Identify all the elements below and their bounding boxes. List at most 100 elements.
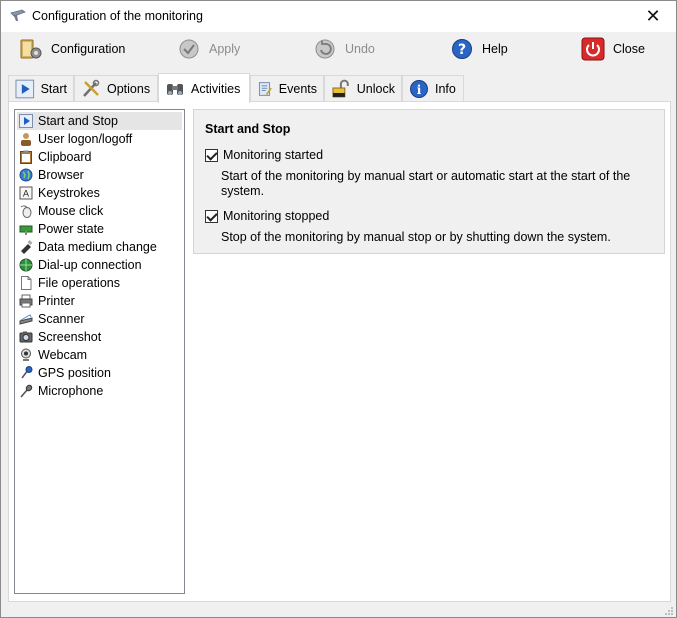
svg-text:?: ?: [458, 42, 466, 58]
play-icon: [19, 114, 33, 128]
list-item[interactable]: Screenshot: [17, 328, 182, 346]
list-item[interactable]: Dial-up connection: [17, 256, 182, 274]
microphone-icon: [20, 384, 33, 398]
tab-info[interactable]: i Info: [402, 75, 464, 102]
help-button[interactable]: ? Help: [450, 36, 508, 62]
group-title: Start and Stop: [205, 122, 291, 136]
screenshot-camera-icon: [19, 331, 33, 343]
list-item[interactable]: Data medium change: [17, 238, 182, 256]
power-icon: [581, 37, 605, 61]
configuration-icon: [20, 39, 42, 59]
tab-start[interactable]: Start: [8, 75, 74, 102]
tab-info-label: Info: [435, 82, 456, 96]
clipboard-icon: [20, 150, 32, 164]
resize-grip-icon[interactable]: [664, 606, 674, 616]
close-button[interactable]: Close: [581, 36, 645, 62]
network-globe-icon: [19, 258, 33, 272]
svg-text:A: A: [23, 190, 30, 200]
activity-list[interactable]: Start and Stop User logon/logoff Clipboa…: [14, 109, 185, 594]
list-item-label: Screenshot: [38, 330, 102, 344]
list-item[interactable]: Printer: [17, 292, 182, 310]
configuration-label: Configuration: [51, 42, 126, 56]
monitoring-stopped-label: Monitoring stopped: [223, 209, 330, 223]
scanner-icon: [19, 314, 33, 325]
binoculars-icon: [167, 83, 183, 95]
list-item[interactable]: Start and Stop: [17, 112, 182, 130]
monitoring-started-label: Monitoring started: [223, 148, 324, 162]
monitoring-stopped-checkbox[interactable]: Monitoring stopped: [205, 209, 329, 223]
tab-options[interactable]: Options: [74, 75, 158, 102]
mouse-icon: [20, 205, 32, 218]
list-item-label: Power state: [38, 222, 105, 236]
toolbar: Configuration Apply Undo ? Help Close: [1, 32, 676, 72]
status-bar: [1, 604, 676, 618]
user-icon: [21, 133, 31, 146]
help-icon: ?: [452, 39, 472, 59]
tools-icon: [83, 79, 100, 97]
list-item-label: Keystrokes: [38, 186, 100, 200]
monitoring-started-checkbox[interactable]: Monitoring started: [205, 148, 323, 162]
tab-activities-label: Activities: [191, 81, 241, 96]
list-item-label: User logon/logoff: [38, 132, 133, 146]
list-item-label: Browser: [38, 168, 84, 182]
file-icon: [21, 276, 32, 290]
configuration-button[interactable]: Configuration: [19, 36, 125, 62]
tab-unlock[interactable]: Unlock: [324, 75, 402, 102]
list-item-label: Mouse click: [38, 204, 104, 218]
description-line: Stop of the monitoring by manual stop or…: [221, 230, 611, 244]
gps-pin-icon: [21, 366, 33, 379]
list-item-label: File operations: [38, 276, 120, 290]
config-window: Configuration of the monitoring ✕ Config…: [0, 0, 677, 618]
title-bar: Configuration of the monitoring ✕: [1, 1, 676, 32]
list-item-label: Start and Stop: [38, 114, 118, 128]
unlock-icon: [332, 79, 349, 98]
help-label: Help: [482, 42, 508, 56]
undo-button[interactable]: Undo: [313, 36, 375, 62]
list-item[interactable]: Clipboard: [17, 148, 182, 166]
checkbox-checked-icon[interactable]: [205, 148, 218, 162]
list-item[interactable]: File operations: [17, 274, 182, 292]
camera-icon: [10, 9, 26, 21]
monitoring-started-description: Start of the monitoring by manual start …: [221, 169, 651, 199]
list-item-label: Data medium change: [38, 240, 157, 254]
start-stop-group: Start and Stop Monitoring started Start …: [193, 109, 665, 254]
usb-drive-icon: [21, 240, 33, 254]
list-item-label: Webcam: [38, 348, 88, 362]
list-item[interactable]: Microphone: [17, 382, 182, 400]
apply-button[interactable]: Apply: [177, 36, 240, 62]
printer-icon: [19, 294, 33, 308]
list-item-label: GPS position: [38, 366, 111, 380]
play-icon: [15, 79, 35, 99]
tab-events[interactable]: Events: [250, 75, 324, 102]
tab-events-label: Events: [278, 82, 317, 96]
list-item-label: Dial-up connection: [38, 258, 142, 272]
list-item[interactable]: GPS position: [17, 364, 182, 382]
tab-options-label: Options: [107, 82, 151, 96]
list-item[interactable]: Scanner: [17, 310, 182, 328]
monitoring-stopped-description: Stop of the monitoring by manual stop or…: [221, 230, 651, 245]
tab-activities[interactable]: Activities: [158, 73, 250, 103]
list-item-label: Printer: [38, 294, 75, 308]
apply-label: Apply: [209, 42, 241, 56]
list-item-label: Microphone: [38, 384, 104, 398]
list-item[interactable]: Browser: [17, 166, 182, 184]
tab-strip: Start Options Activities Events Unlock i…: [8, 73, 468, 103]
keyboard-key-icon: A: [19, 186, 33, 200]
list-item[interactable]: Mouse click: [17, 202, 182, 220]
list-item-label: Clipboard: [38, 150, 92, 164]
power-state-icon: [19, 225, 33, 235]
apply-icon: [179, 39, 199, 59]
list-item[interactable]: User logon/logoff: [17, 130, 182, 148]
checkbox-checked-icon[interactable]: [205, 209, 218, 223]
globe-icon: [19, 168, 33, 182]
webcam-icon: [21, 348, 31, 361]
undo-icon: [315, 39, 335, 59]
list-item[interactable]: A Keystrokes: [17, 184, 182, 202]
window-close-button[interactable]: ✕: [630, 1, 676, 32]
events-icon: [258, 82, 272, 96]
info-icon: i: [410, 80, 428, 98]
list-item[interactable]: Webcam: [17, 346, 182, 364]
undo-label: Undo: [345, 42, 375, 56]
list-item[interactable]: Power state: [17, 220, 182, 238]
window-title: Configuration of the monitoring: [32, 9, 203, 23]
